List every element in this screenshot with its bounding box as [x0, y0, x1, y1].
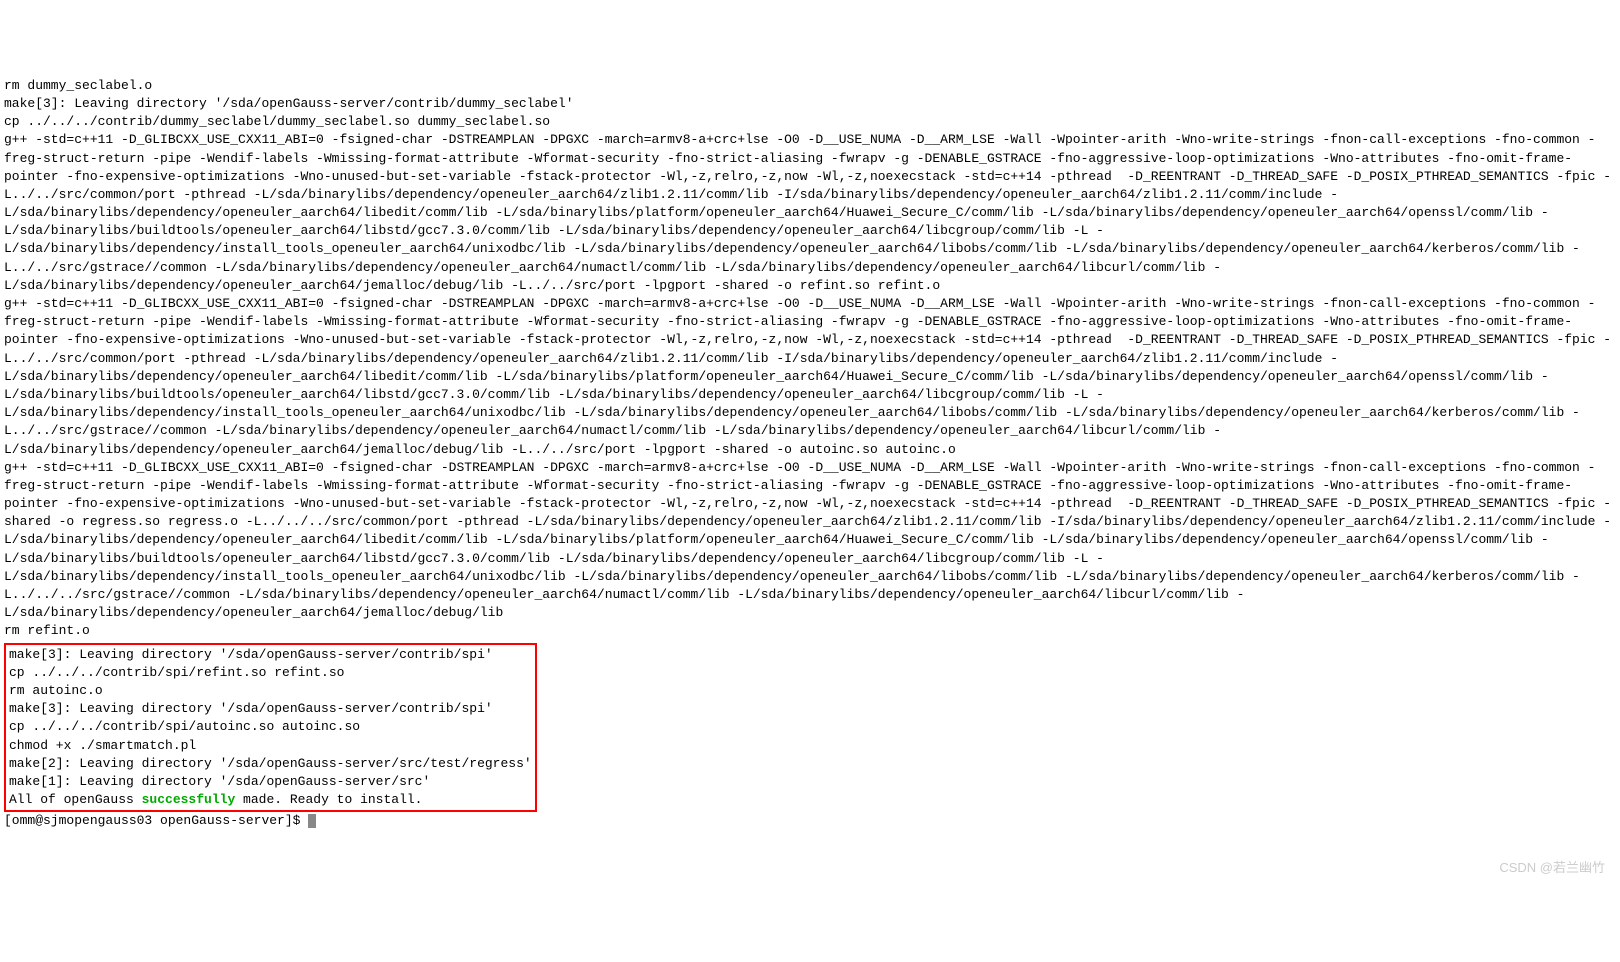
cp-refint-line: cp ../../../contrib/spi/refint.so refint…	[9, 665, 344, 680]
success-line-suffix: made. Ready to install.	[235, 792, 422, 807]
make-leaving-line: make[3]: Leaving directory '/sda/openGau…	[9, 647, 493, 662]
chmod-line: chmod +x ./smartmatch.pl	[9, 738, 196, 753]
make-leaving-src-line: make[1]: Leaving directory '/sda/openGau…	[9, 774, 430, 789]
success-line-prefix: All of openGauss	[9, 792, 142, 807]
cp-autoinc-line: cp ../../../contrib/spi/autoinc.so autoi…	[9, 719, 360, 734]
success-keyword: successfully	[142, 792, 236, 807]
build-output-block: rm dummy_seclabel.o make[3]: Leaving dir…	[4, 78, 1611, 639]
highlight-annotation-box: make[3]: Leaving directory '/sda/openGau…	[4, 643, 537, 813]
cursor-icon	[308, 814, 316, 828]
shell-prompt[interactable]: [omm@sjmopengauss03 openGauss-server]$	[4, 813, 308, 828]
watermark-text: CSDN @若兰幽竹	[1499, 859, 1605, 877]
terminal-output[interactable]: rm dummy_seclabel.o make[3]: Leaving dir…	[4, 77, 1616, 831]
make-leaving-line-2: make[3]: Leaving directory '/sda/openGau…	[9, 701, 493, 716]
rm-autoinc-line: rm autoinc.o	[9, 683, 103, 698]
make-leaving-regress-line: make[2]: Leaving directory '/sda/openGau…	[9, 756, 532, 771]
